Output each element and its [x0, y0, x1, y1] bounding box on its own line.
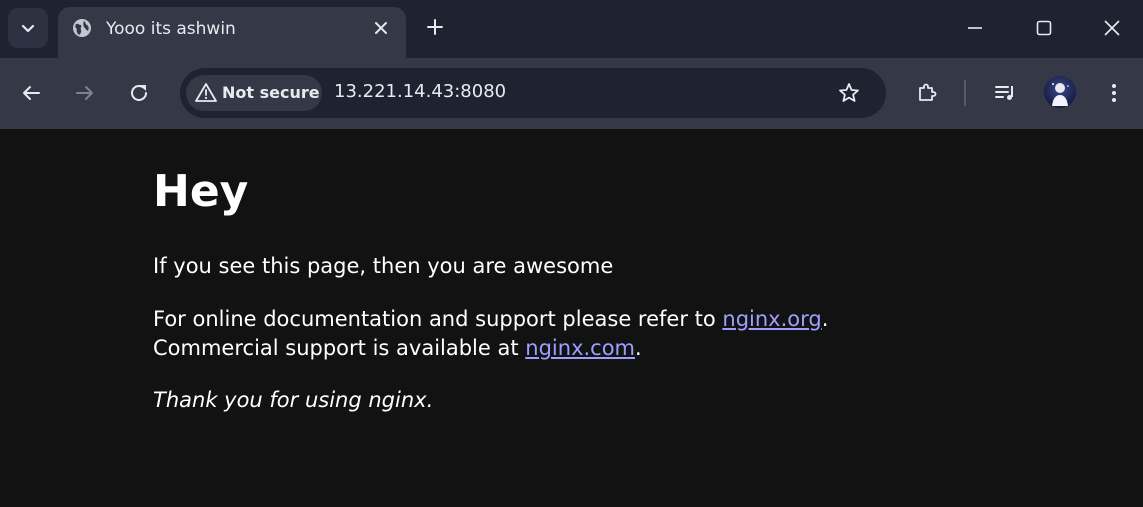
browser-toolbar: Not secure 13.221.14.43:8080 [0, 58, 1143, 129]
intro-paragraph: If you see this page, then you are aweso… [153, 254, 614, 278]
warning-icon [195, 83, 217, 102]
star-icon[interactable] [837, 81, 861, 105]
commercial-text: Commercial support is available at [153, 336, 526, 360]
thanks-text: Thank you for using nginx. [153, 388, 434, 412]
reload-icon[interactable] [127, 81, 151, 105]
plus-icon[interactable] [425, 17, 445, 37]
minimize-icon[interactable] [966, 19, 984, 37]
profile-avatar[interactable] [1044, 76, 1076, 108]
more-menu-icon[interactable] [1102, 81, 1126, 105]
tab-search-icon [21, 24, 35, 33]
close-icon[interactable] [372, 19, 390, 37]
commercial-period: . [635, 336, 642, 360]
tab-search-button[interactable] [8, 8, 48, 48]
security-chip[interactable]: Not secure [186, 75, 322, 111]
tab-strip: Yooo its ashwin [0, 0, 1143, 58]
support-paragraph: For online documentation and support ple… [153, 305, 828, 363]
tab-title: Yooo its ashwin [106, 19, 236, 39]
media-controls-icon[interactable] [993, 81, 1017, 105]
browser-tab[interactable]: Yooo its ashwin [58, 7, 406, 58]
address-bar[interactable]: Not secure 13.221.14.43:8080 [180, 68, 886, 118]
window-close-icon[interactable] [1103, 19, 1121, 37]
forward-arrow-icon[interactable] [73, 81, 97, 105]
nginx-org-link[interactable]: nginx.org [722, 307, 821, 331]
page-heading: Hey [153, 166, 249, 217]
security-label: Not secure [222, 83, 320, 102]
nginx-com-link[interactable]: nginx.com [525, 336, 635, 360]
maximize-icon[interactable] [1035, 19, 1053, 37]
back-arrow-icon[interactable] [19, 81, 43, 105]
support-text: For online documentation and support ple… [153, 307, 723, 331]
support-period: . [821, 307, 829, 331]
avatar-image [1052, 83, 1069, 106]
extensions-icon[interactable] [915, 81, 939, 105]
toolbar-divider [964, 80, 966, 106]
globe-icon [73, 19, 91, 37]
url-text[interactable]: 13.221.14.43:8080 [334, 81, 506, 102]
